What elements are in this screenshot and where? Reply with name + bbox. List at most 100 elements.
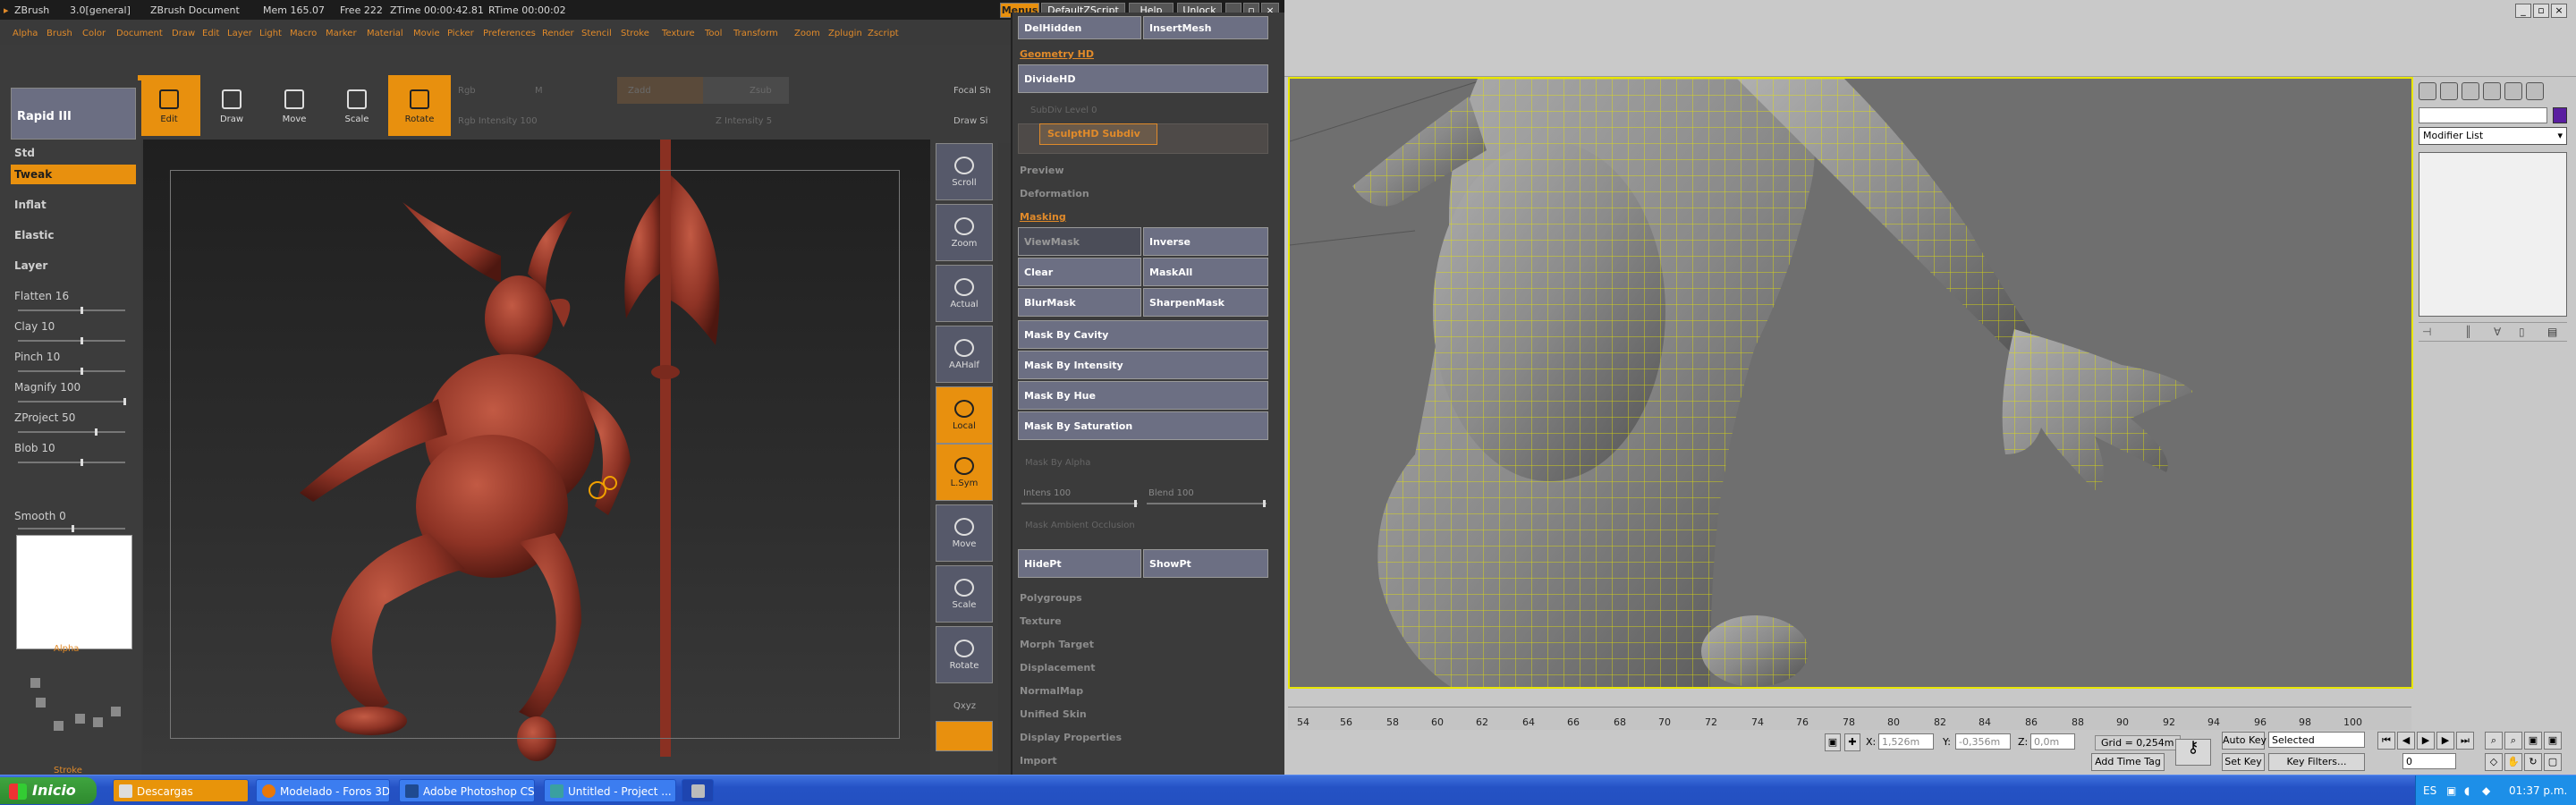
blend-slider[interactable]: [1147, 500, 1267, 507]
brush-clay[interactable]: Clay 10: [11, 317, 136, 336]
previous-frame-icon[interactable]: ◀: [2397, 732, 2415, 750]
task-zbrush[interactable]: [682, 779, 714, 802]
menu-zplugin[interactable]: Zplugin: [828, 29, 862, 38]
go-to-end-icon[interactable]: ⏭: [2456, 732, 2474, 750]
display-tab-icon[interactable]: [2504, 82, 2522, 100]
menu-texture[interactable]: Texture: [662, 29, 695, 38]
zadd-toggle[interactable]: Zadd: [617, 77, 703, 104]
task-photoshop[interactable]: Adobe Photoshop CS...: [399, 779, 535, 802]
mask-by-hue-button[interactable]: Mask By Hue: [1018, 381, 1268, 410]
start-button[interactable]: Inicio: [0, 777, 97, 804]
display-properties-header[interactable]: Display Properties: [1020, 732, 1122, 743]
modify-tab-icon[interactable]: [2440, 82, 2458, 100]
viewmask-button[interactable]: ViewMask: [1018, 227, 1141, 256]
modifier-stack[interactable]: [2419, 152, 2567, 317]
actual-button[interactable]: Actual: [936, 265, 993, 322]
zsub-toggle[interactable]: Zsub: [703, 77, 789, 104]
show-end-result-icon[interactable]: ║: [2465, 326, 2471, 338]
shield-icon[interactable]: ◆: [2482, 784, 2490, 797]
focal-shift-label[interactable]: Focal Sh: [953, 86, 991, 96]
scale-view-button[interactable]: Scale: [936, 565, 993, 623]
remove-modifier-icon[interactable]: ▯: [2519, 326, 2525, 338]
masking-header[interactable]: Masking: [1020, 211, 1066, 223]
modifier-list-dropdown[interactable]: Modifier List ▾: [2419, 127, 2567, 145]
rotate-tool-button[interactable]: Rotate: [388, 75, 451, 136]
zproject-slider[interactable]: [18, 428, 125, 436]
key-filters-button[interactable]: Key Filters...: [2268, 753, 2365, 771]
menu-zscript[interactable]: Zscript: [868, 29, 899, 38]
set-key-button[interactable]: Set Key: [2222, 753, 2265, 771]
draw-size-label[interactable]: Draw Si: [953, 116, 987, 126]
object-color-swatch[interactable]: [2553, 107, 2567, 123]
morph-target-header[interactable]: Morph Target: [1020, 639, 1094, 650]
current-frame-field[interactable]: 0: [2402, 753, 2456, 769]
move-view-button[interactable]: Move: [936, 504, 993, 562]
maximize-viewport-icon[interactable]: ▢: [2544, 753, 2562, 771]
local-button[interactable]: Local: [936, 386, 993, 444]
zbrush-canvas[interactable]: [143, 140, 930, 766]
x-coordinate-field[interactable]: 1,526m: [1878, 733, 1934, 750]
create-tab-icon[interactable]: [2419, 82, 2436, 100]
set-key-icon[interactable]: ⚷: [2175, 739, 2211, 766]
inverse-button[interactable]: Inverse: [1143, 227, 1268, 256]
menu-tool[interactable]: Tool: [705, 29, 722, 38]
frame-button[interactable]: [936, 721, 993, 751]
key-mode-select[interactable]: Selected: [2268, 732, 2365, 748]
blurmask-button[interactable]: BlurMask: [1018, 288, 1141, 317]
brush-inflat[interactable]: Inflat: [11, 195, 136, 215]
menu-preferences[interactable]: Preferences: [483, 29, 536, 38]
menu-transform[interactable]: Transform: [733, 29, 778, 38]
next-frame-icon[interactable]: ▶: [2436, 732, 2454, 750]
normalmap-header[interactable]: NormalMap: [1020, 685, 1083, 697]
menu-stencil[interactable]: Stencil: [581, 29, 612, 38]
hierarchy-tab-icon[interactable]: [2462, 82, 2479, 100]
utilities-tab-icon[interactable]: [2526, 82, 2544, 100]
menu-light[interactable]: Light: [259, 29, 282, 38]
draw-tool-button[interactable]: Draw: [200, 75, 263, 136]
max-restore-icon[interactable]: ▫: [2533, 4, 2549, 18]
menu-render[interactable]: Render: [542, 29, 574, 38]
z-intensity-slider[interactable]: Z Intensity 5: [716, 116, 772, 126]
brush-magnify[interactable]: Magnify 100: [11, 377, 136, 397]
menu-stroke[interactable]: Stroke: [621, 29, 649, 38]
magnify-slider[interactable]: [18, 398, 126, 405]
auto-key-button[interactable]: Auto Key: [2222, 732, 2267, 750]
clear-mask-button[interactable]: Clear: [1018, 258, 1141, 286]
move-tool-button[interactable]: Move: [263, 75, 326, 136]
menu-material[interactable]: Material: [367, 29, 403, 38]
field-of-view-icon[interactable]: ◇: [2485, 753, 2503, 771]
zoom-all-icon[interactable]: ⌕: [2504, 732, 2522, 750]
lsym-button[interactable]: L.Sym: [936, 444, 993, 501]
brush-layer[interactable]: Layer: [11, 256, 136, 275]
maskall-button[interactable]: MaskAll: [1143, 258, 1268, 286]
mask-by-saturation-button[interactable]: Mask By Saturation: [1018, 411, 1268, 440]
m-toggle[interactable]: M: [535, 86, 543, 96]
brush-std[interactable]: Std: [11, 143, 136, 163]
preview-header[interactable]: Preview: [1020, 165, 1064, 176]
mask-by-cavity-button[interactable]: Mask By Cavity: [1018, 320, 1268, 349]
pinch-slider[interactable]: [18, 368, 125, 375]
brush-zproject[interactable]: ZProject 50: [11, 408, 136, 428]
pin-stack-icon[interactable]: ⊣: [2422, 326, 2431, 338]
menu-alpha[interactable]: Alpha: [13, 29, 38, 38]
qxyz-label[interactable]: Qxyz: [953, 701, 976, 711]
menu-marker[interactable]: Marker: [326, 29, 357, 38]
zoom-button[interactable]: Zoom: [936, 204, 993, 261]
network-icon[interactable]: ▣: [2446, 784, 2456, 797]
deformation-header[interactable]: Deformation: [1020, 188, 1089, 199]
pan-icon[interactable]: ✋: [2504, 753, 2522, 771]
menu-brush[interactable]: Brush: [47, 29, 72, 38]
menu-draw[interactable]: Draw: [172, 29, 195, 38]
play-icon[interactable]: ▶: [2417, 732, 2435, 750]
object-name-field[interactable]: [2419, 107, 2547, 123]
rgb-toggle[interactable]: Rgb: [458, 86, 476, 96]
zoom-extents-all-icon[interactable]: ▣: [2544, 732, 2562, 750]
sculpthd-subdiv-button[interactable]: SculptHD Subdiv: [1039, 123, 1157, 145]
z-coordinate-field[interactable]: 0,0m: [2030, 733, 2075, 750]
menu-macro[interactable]: Macro: [290, 29, 317, 38]
current-brush[interactable]: Rapid III: [11, 88, 136, 140]
mask-ambient-occlusion-button[interactable]: Mask Ambient Occlusion: [1025, 521, 1135, 530]
make-unique-icon[interactable]: ∀: [2494, 326, 2501, 338]
menu-movie[interactable]: Movie: [413, 29, 440, 38]
intens-slider[interactable]: [1021, 500, 1138, 507]
